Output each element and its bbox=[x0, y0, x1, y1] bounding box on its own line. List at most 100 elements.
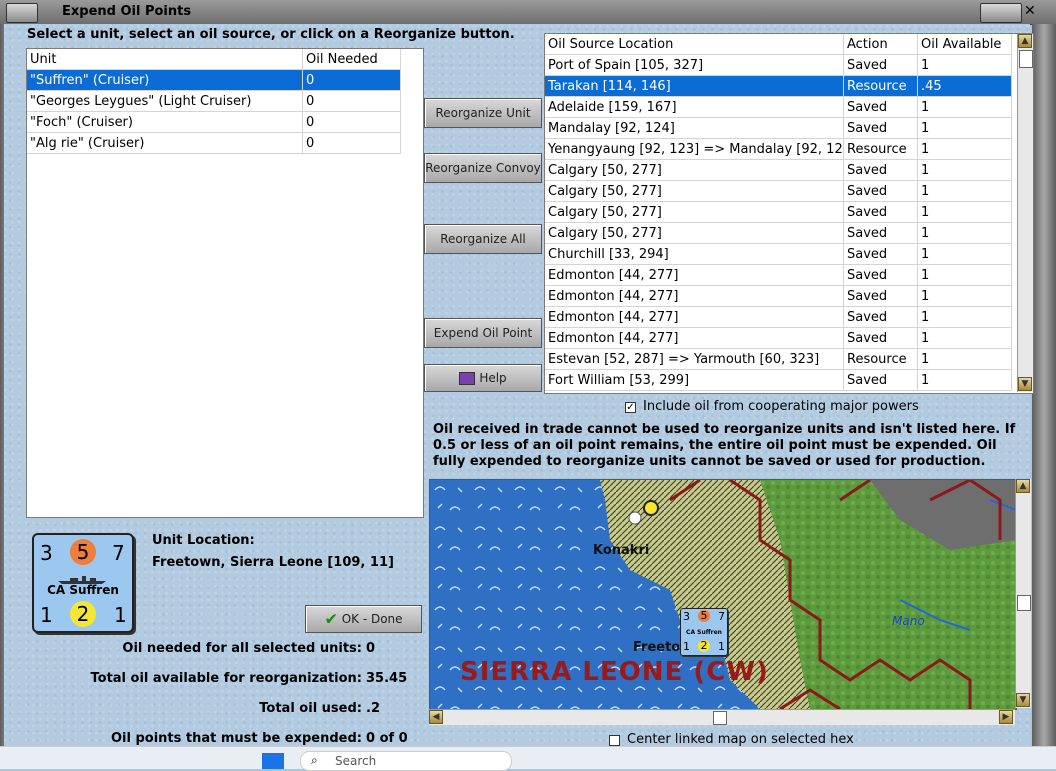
include-oil-checkbox[interactable]: ✓ bbox=[625, 402, 636, 413]
close-icon[interactable]: ✕ bbox=[1024, 3, 1036, 19]
unit-row[interactable]: "Suffren" (Cruiser) 0 bbox=[27, 70, 401, 91]
source-action-cell: Saved bbox=[844, 286, 918, 307]
center-map-checkbox[interactable] bbox=[609, 735, 620, 746]
source-location-cell: Fort William [53, 299] bbox=[545, 370, 844, 391]
oil-source-row[interactable]: Adelaide [159, 167] Saved 1 bbox=[545, 97, 1012, 118]
source-action-cell: Saved bbox=[844, 118, 918, 139]
total-used-value: .2 bbox=[366, 701, 380, 716]
column-header-oil-available[interactable]: Oil Available bbox=[918, 34, 1012, 55]
counter-range: 1 bbox=[40, 603, 53, 627]
unit-name-cell: "Alg rie" (Cruiser) bbox=[27, 133, 303, 154]
oil-source-row[interactable]: Tarakan [114, 146] Resource .45 bbox=[545, 76, 1012, 97]
map-vertical-scrollbar[interactable]: ▲ ▼ bbox=[1015, 479, 1031, 708]
help-button[interactable]: Help bbox=[424, 364, 542, 392]
column-header-unit[interactable]: Unit bbox=[27, 49, 303, 70]
source-action-cell: Saved bbox=[844, 328, 918, 349]
sources-scrollbar[interactable]: ▲ ▼ bbox=[1017, 34, 1033, 392]
must-expend-value: 0 of 0 bbox=[366, 731, 408, 746]
source-location-cell: Calgary [50, 277] bbox=[545, 223, 844, 244]
source-action-cell: Saved bbox=[844, 55, 918, 76]
source-action-cell: Saved bbox=[844, 307, 918, 328]
source-available-cell: 1 bbox=[918, 307, 1012, 328]
column-header-oil-needed[interactable]: Oil Needed bbox=[303, 49, 401, 70]
map-counter-range: 1 bbox=[683, 640, 690, 653]
map-counter-cost: 2 bbox=[698, 640, 710, 652]
total-available-label: Total oil available for reorganization: bbox=[90, 671, 363, 686]
oil-source-row[interactable]: Edmonton [44, 277] Saved 1 bbox=[545, 307, 1012, 328]
scroll-down-arrow-icon[interactable]: ▼ bbox=[1018, 377, 1032, 391]
source-available-cell: 1 bbox=[918, 265, 1012, 286]
source-location-cell: Port of Spain [105, 327] bbox=[545, 55, 844, 76]
map-unit-counter[interactable]: 3 5 7 CA Suffren 1 2 1 bbox=[680, 608, 728, 656]
reorganize-all-button[interactable]: Reorganize All bbox=[424, 224, 542, 254]
counter-cost: 2 bbox=[70, 601, 96, 627]
counter-move: 7 bbox=[112, 541, 125, 565]
counter-name: CA Suffren bbox=[47, 583, 119, 597]
source-location-cell: Calgary [50, 277] bbox=[545, 160, 844, 181]
oil-source-row[interactable]: Yenangyaung [92, 123] => Mandalay [92, 1… bbox=[545, 139, 1012, 160]
source-available-cell: 1 bbox=[918, 328, 1012, 349]
map-city-freetown: Freeto bbox=[633, 640, 681, 655]
map-scroll-down-icon[interactable]: ▼ bbox=[1016, 693, 1030, 707]
units-table[interactable]: Unit Oil Needed "Suffren" (Cruiser) 0 "Geo… bbox=[26, 48, 424, 518]
start-icon[interactable] bbox=[262, 753, 284, 769]
oil-source-row[interactable]: Calgary [50, 277] Saved 1 bbox=[545, 181, 1012, 202]
window-title: Expend Oil Points bbox=[62, 4, 192, 19]
source-location-cell: Mandalay [92, 124] bbox=[545, 118, 844, 139]
column-header-location[interactable]: Oil Source Location bbox=[545, 34, 844, 55]
unit-name-cell: "Suffren" (Cruiser) bbox=[27, 70, 303, 91]
oil-source-row[interactable]: Mandalay [92, 124] Saved 1 bbox=[545, 118, 1012, 139]
unit-row[interactable]: "Georges Leygues" (Light Cruiser) 0 bbox=[27, 91, 401, 112]
oil-sources-table[interactable]: Oil Source Location Action Oil Available… bbox=[544, 33, 1034, 394]
minimize-button[interactable] bbox=[980, 3, 1022, 23]
source-location-cell: Tarakan [114, 146] bbox=[545, 76, 844, 97]
reorganize-unit-button[interactable]: Reorganize Unit bbox=[424, 98, 542, 128]
source-location-cell: Edmonton [44, 277] bbox=[545, 286, 844, 307]
map-scroll-up-icon[interactable]: ▲ bbox=[1016, 479, 1030, 493]
reorganize-convoy-button[interactable]: Reorganize Convoy bbox=[424, 153, 542, 183]
units-table-header: Unit Oil Needed bbox=[27, 49, 423, 70]
source-available-cell: 1 bbox=[918, 118, 1012, 139]
scroll-thumb[interactable] bbox=[1019, 50, 1033, 68]
ok-done-button[interactable]: ✔ OK - Done bbox=[305, 605, 422, 633]
oil-source-row[interactable]: Edmonton [44, 277] Saved 1 bbox=[545, 328, 1012, 349]
map-vscroll-thumb[interactable] bbox=[1017, 595, 1031, 611]
unit-oil-cell: 0 bbox=[303, 70, 401, 91]
counter-defense: 5 bbox=[70, 539, 96, 565]
taskbar-search[interactable]: ⌕ Search bbox=[300, 751, 512, 771]
taskbar-search-placeholder: Search bbox=[335, 754, 377, 768]
oil-source-row[interactable]: Calgary [50, 277] Saved 1 bbox=[545, 223, 1012, 244]
source-available-cell: 1 bbox=[918, 160, 1012, 181]
unit-row[interactable]: "Alg rie" (Cruiser) 0 bbox=[27, 133, 401, 154]
oil-source-row[interactable]: Edmonton [44, 277] Saved 1 bbox=[545, 265, 1012, 286]
expend-oil-point-button[interactable]: Expend Oil Point bbox=[424, 318, 542, 348]
column-header-action[interactable]: Action bbox=[844, 34, 918, 55]
oil-source-row[interactable]: Calgary [50, 277] Saved 1 bbox=[545, 160, 1012, 181]
help-label: Help bbox=[479, 371, 507, 385]
oil-source-row[interactable]: Edmonton [44, 277] Saved 1 bbox=[545, 286, 1012, 307]
source-action-cell: Resource bbox=[844, 349, 918, 370]
map-horizontal-scrollbar[interactable]: ◀ ▶ bbox=[429, 709, 1015, 725]
scroll-up-arrow-icon[interactable]: ▲ bbox=[1018, 34, 1032, 48]
map-city-konakri: Konakri bbox=[593, 543, 650, 558]
oil-source-row[interactable]: Port of Spain [105, 327] Saved 1 bbox=[545, 55, 1012, 76]
system-menu-button[interactable] bbox=[6, 3, 38, 23]
source-available-cell: 1 bbox=[918, 55, 1012, 76]
oil-source-row[interactable]: Estevan [52, 287] => Yarmouth [60, 323] R… bbox=[545, 349, 1012, 370]
linked-map[interactable]: Konakri Freeto Mano SIERRA LEONE (CW) 3 … bbox=[429, 479, 1017, 710]
source-location-cell: Churchill [33, 294] bbox=[545, 244, 844, 265]
oil-source-row[interactable]: Calgary [50, 277] Saved 1 bbox=[545, 202, 1012, 223]
map-scroll-right-icon[interactable]: ▶ bbox=[999, 710, 1013, 724]
unit-location-value: Freetown, Sierra Leone [109, 11] bbox=[152, 555, 394, 570]
source-available-cell: 1 bbox=[918, 202, 1012, 223]
source-action-cell: Saved bbox=[844, 223, 918, 244]
unit-row[interactable]: "Foch" (Cruiser) 0 bbox=[27, 112, 401, 133]
cruiser-ship-icon bbox=[56, 573, 108, 584]
map-hscroll-thumb[interactable] bbox=[713, 711, 727, 725]
oil-source-row[interactable]: Fort William [53, 299] Saved 1 bbox=[545, 370, 1012, 391]
unit-location-label: Unit Location: bbox=[152, 533, 255, 548]
oil-source-row[interactable]: Churchill [33, 294] Saved 1 bbox=[545, 244, 1012, 265]
map-counter-extra: 1 bbox=[718, 640, 725, 653]
map-scroll-left-icon[interactable]: ◀ bbox=[429, 710, 443, 724]
unit-oil-cell: 0 bbox=[303, 133, 401, 154]
